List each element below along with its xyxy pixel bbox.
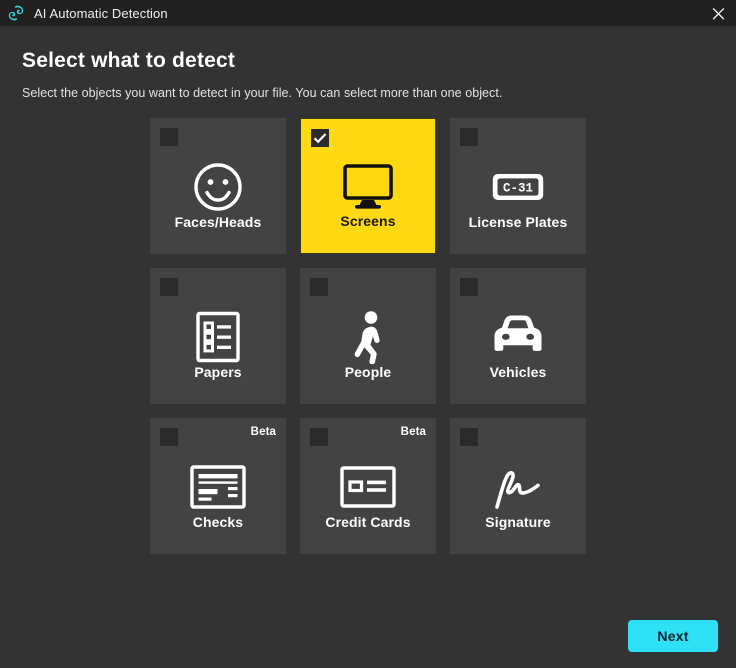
option-card-license-plates[interactable]: C-31 License Plates	[450, 118, 586, 254]
option-card-papers[interactable]: Papers	[150, 268, 286, 404]
option-label: Vehicles	[489, 364, 547, 380]
document-list-icon	[150, 308, 286, 366]
close-icon	[712, 7, 724, 20]
signature-icon	[450, 458, 586, 516]
beta-badge: Beta	[400, 426, 426, 438]
check-slip-icon	[150, 458, 286, 516]
option-label: Checks	[192, 514, 244, 530]
beta-badge: Beta	[250, 426, 276, 438]
option-card-checks[interactable]: Beta Checks	[150, 418, 286, 554]
monitor-icon	[301, 159, 435, 217]
license-plate-icon: C-31	[450, 158, 586, 216]
checkmark-icon	[313, 133, 327, 144]
checkbox-papers[interactable]	[160, 278, 178, 296]
checkbox-screens[interactable]	[311, 129, 329, 147]
option-card-credit-cards[interactable]: Beta Credit Cards	[300, 418, 436, 554]
option-card-people[interactable]: People	[300, 268, 436, 404]
smiley-face-icon	[150, 158, 286, 216]
checkbox-vehicles[interactable]	[460, 278, 478, 296]
page-header: Select what to detect Select the objects…	[0, 27, 736, 100]
option-card-faces-heads[interactable]: Faces/Heads	[150, 118, 286, 254]
window-titlebar: AI Automatic Detection	[0, 0, 736, 27]
close-button[interactable]	[700, 0, 736, 26]
swirl-logo-icon	[8, 5, 24, 21]
option-label: Faces/Heads	[174, 214, 262, 230]
next-button[interactable]: Next	[628, 620, 718, 652]
plate-text: C-31	[503, 182, 533, 196]
option-card-signature[interactable]: Signature	[450, 418, 586, 554]
page-title: Select what to detect	[22, 49, 236, 72]
option-label: Signature	[485, 514, 551, 530]
option-label: Screens	[340, 213, 396, 229]
checkbox-checks[interactable]	[160, 428, 178, 446]
detection-options-grid: Faces/Heads Screens C-31 License Plates …	[150, 118, 586, 554]
pedestrian-icon	[300, 308, 436, 366]
credit-card-icon	[300, 458, 436, 516]
checkbox-faces-heads[interactable]	[160, 128, 178, 146]
page-subtitle: Select the objects you want to detect in…	[22, 86, 503, 100]
window-title: AI Automatic Detection	[34, 5, 168, 21]
option-card-screens[interactable]: Screens	[300, 118, 436, 254]
dialog-footer: Next	[628, 620, 718, 652]
option-card-vehicles[interactable]: Vehicles	[450, 268, 586, 404]
option-label: Credit Cards	[325, 514, 411, 530]
checkbox-signature[interactable]	[460, 428, 478, 446]
option-label: Papers	[194, 364, 242, 380]
car-icon	[450, 308, 586, 366]
checkbox-people[interactable]	[310, 278, 328, 296]
checkbox-credit-cards[interactable]	[310, 428, 328, 446]
checkbox-license-plates[interactable]	[460, 128, 478, 146]
option-label: License Plates	[468, 214, 568, 230]
option-label: People	[344, 364, 392, 380]
